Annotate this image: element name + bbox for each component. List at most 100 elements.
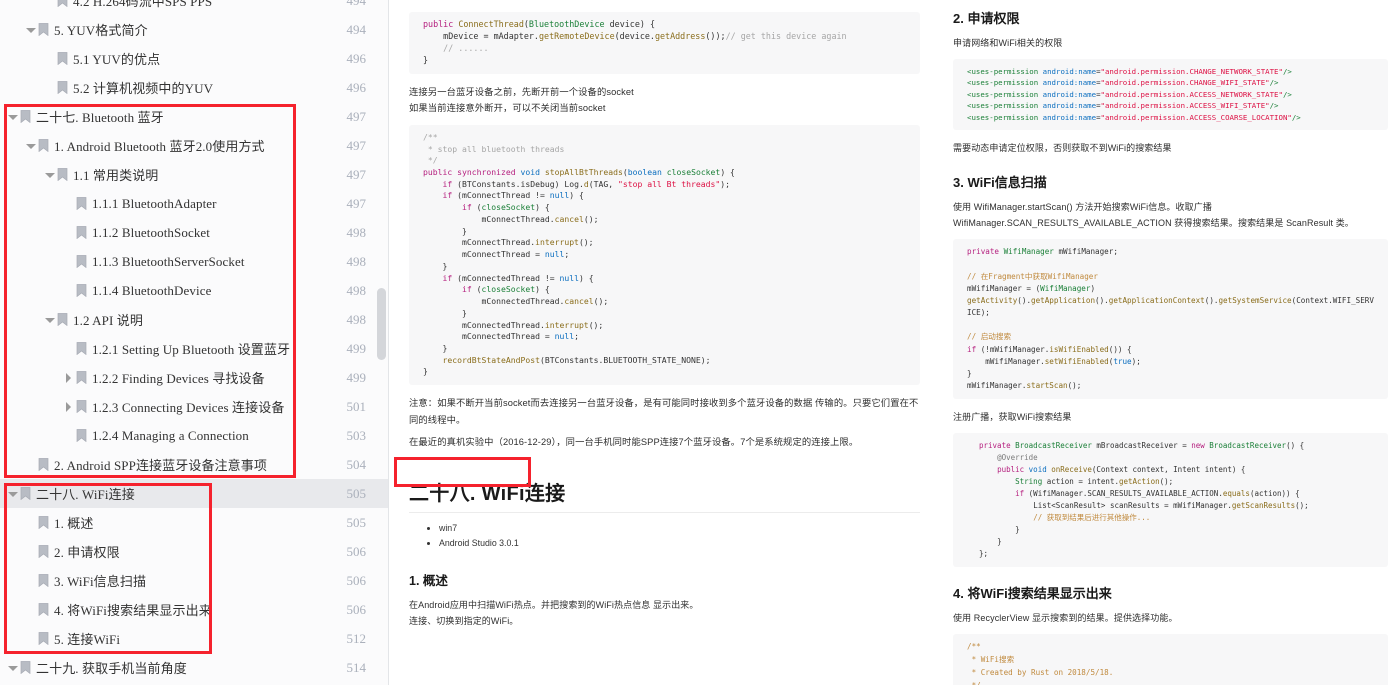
toc-item-label: 1.2 API 说明 — [73, 313, 143, 328]
bookmark-icon — [38, 23, 49, 36]
chevron-down-icon[interactable] — [8, 112, 18, 122]
toc-item[interactable]: 1.1.1 BluetoothAdapter 497 — [0, 189, 388, 218]
bookmark-icon — [76, 342, 87, 355]
code-block-stop-bt-threads: /** * stop all bluetooth threads */ publ… — [409, 124, 920, 386]
code-block-wifi-search-header: /** * WiFi搜索 * Created by Rust on 2018/5… — [953, 634, 1388, 685]
chevron-down-icon[interactable] — [45, 170, 55, 180]
bookmark-icon — [38, 632, 49, 645]
toc-item-page-number: 505 — [346, 514, 367, 530]
toc-item-page-number: 494 — [346, 21, 367, 37]
toc-item-page-number: 506 — [346, 601, 367, 617]
bookmark-icon — [20, 110, 31, 123]
permissions-description: 申请网络和WiFi相关的权限 — [953, 38, 1063, 48]
toc-item[interactable]: 1. 概述 505 — [0, 508, 388, 537]
toc-item[interactable]: 二十八. WiFi连接 505 — [0, 479, 388, 508]
chevron-right-icon[interactable] — [64, 401, 74, 412]
scan-description-line-2: WifiManager.SCAN_RESULTS_AVAILABLE_ACTIO… — [953, 218, 1354, 229]
toc-item[interactable]: 二十九. 获取手机当前角度 514 — [0, 653, 388, 682]
code-block-wifi-scan: private WifiManager mWifiManager; // 在Fr… — [953, 239, 1388, 400]
bookmark-icon — [76, 400, 87, 413]
toc-item-label: 1.2.2 Finding Devices 寻找设备 — [92, 371, 265, 386]
spacer-icon — [26, 605, 36, 615]
toc-item-page-number: 499 — [346, 340, 367, 356]
toc-item[interactable]: 5. YUV格式简介 494 — [0, 15, 388, 44]
toc-item-page-number: 506 — [346, 572, 367, 588]
toc-item-label: 1.1 常用类说明 — [73, 168, 159, 183]
bookmark-icon — [38, 603, 49, 616]
chevron-down-icon[interactable] — [45, 315, 55, 325]
bookmark-icon — [76, 226, 87, 239]
toc-item[interactable]: 二十七. Bluetooth 蓝牙 497 — [0, 102, 388, 131]
toc-item-page-number: 498 — [346, 282, 367, 298]
chevron-down-icon[interactable] — [26, 141, 36, 151]
toc-item-page-number: 494 — [346, 0, 367, 8]
spacer-icon — [64, 199, 74, 209]
sidebar-scrollbar[interactable] — [377, 0, 386, 685]
toc-item-page-number: 505 — [346, 485, 367, 501]
toc-item-page-number: 498 — [346, 311, 367, 327]
toc-item[interactable]: 2. Android SPP连接蓝牙设备注意事项 504 — [0, 450, 388, 479]
toc-item[interactable]: 1.1 常用类说明 497 — [0, 160, 388, 189]
toc-item[interactable]: 4. 将WiFi搜索结果显示出来 506 — [0, 595, 388, 624]
sidebar-scrollbar-thumb[interactable] — [377, 288, 386, 360]
chevron-down-icon[interactable] — [26, 25, 36, 35]
toc-item[interactable]: 1.1.4 BluetoothDevice 498 — [0, 276, 388, 305]
subsection-heading-display: 4. 将WiFi搜索结果显示出来 — [953, 586, 1112, 602]
toc-item-label: 二十七. Bluetooth 蓝牙 — [36, 110, 164, 125]
overview-line-1: 在Android应用中扫描WiFi热点。并把搜索到的WiFi热点信息 显示出来。 — [409, 599, 699, 610]
chevron-down-icon[interactable] — [8, 663, 18, 673]
display-description: 使用 RecyclerView 显示搜索到的结果。提供选择功能。 — [953, 613, 1178, 624]
toc-item-page-number: 501 — [346, 398, 367, 414]
toc-item[interactable]: 5. 连接WiFi 512 — [0, 624, 388, 653]
toc-item-label: 1.1.3 BluetoothServerSocket — [92, 253, 245, 269]
toc-item[interactable]: 5.1 YUV的优点 496 — [0, 44, 388, 73]
note-line-1: 连接另一台蓝牙设备之前，先断开前一个设备的socket — [409, 86, 634, 97]
code-block-permissions: <uses-permission android:name="android.p… — [953, 59, 1388, 131]
bookmark-icon — [57, 52, 68, 65]
toc-item[interactable]: 1.1.3 BluetoothServerSocket 498 — [0, 247, 388, 276]
toc-item[interactable]: 1. Android Bluetooth 蓝牙2.0使用方式 497 — [0, 131, 388, 160]
toc-item-label: 5.1 YUV的优点 — [73, 52, 161, 67]
toc-item[interactable]: 1.2 API 说明 498 — [0, 305, 388, 334]
bookmark-icon — [20, 487, 31, 500]
toc-item[interactable]: 1.1.2 BluetoothSocket 498 — [0, 218, 388, 247]
toc-item[interactable]: 3. WiFi信息扫描 506 — [0, 566, 388, 595]
toc-item[interactable]: 1.2.1 Setting Up Bluetooth 设置蓝牙 499 — [0, 334, 388, 363]
chevron-down-icon[interactable] — [8, 489, 18, 499]
subsection-heading-scan: 3. WiFi信息扫描 — [953, 175, 1047, 191]
toc-item[interactable]: 1.2.4 Managing a Connection 503 — [0, 421, 388, 450]
toc-item-label: 1.1.2 BluetoothSocket — [92, 224, 211, 240]
bookmark-icon — [38, 458, 49, 471]
toc-item[interactable]: 1.2.3 Connecting Devices 连接设备 501 — [0, 392, 388, 421]
toc-item-label: 1.2.4 Managing a Connection — [92, 427, 249, 443]
bookmark-icon — [38, 516, 49, 529]
toc-item-page-number: 497 — [346, 195, 367, 211]
toc-item-label: 5.2 计算机视频中的YUV — [73, 81, 214, 96]
subsection-heading-permissions: 2. 申请权限 — [953, 11, 1020, 26]
toc-item[interactable]: 1.2.2 Finding Devices 寻找设备 499 — [0, 363, 388, 392]
chevron-right-icon[interactable] — [64, 372, 74, 383]
broadcast-description: 注册广播，获取WiFi搜索结果 — [953, 412, 1072, 423]
toc-item-page-number: 497 — [346, 166, 367, 182]
toc-item[interactable]: 5.2 计算机视频中的YUV 496 — [0, 73, 388, 102]
toc-item-page-number: 499 — [346, 369, 367, 385]
toc-item-label: 3. WiFi信息扫描 — [54, 574, 147, 589]
toc-item-page-number: 496 — [346, 50, 367, 66]
toc-item-label: 5. YUV格式简介 — [54, 23, 148, 38]
bookmark-icon — [57, 0, 68, 7]
scan-description: 使用 WifiManager.startScan() 方法开始搜索WiFi信息。… — [953, 199, 1388, 231]
spacer-icon — [26, 518, 36, 528]
toc-item[interactable]: 2. 申请权限 506 — [0, 537, 388, 566]
toc-item-label: 二十八. WiFi连接 — [36, 487, 135, 502]
bookmark-icon — [57, 313, 68, 326]
environment-list: win7 Android Studio 3.0.1 — [409, 521, 920, 552]
toc-item-page-number: 496 — [346, 79, 367, 95]
bookmark-icon — [38, 139, 49, 152]
toc-item-page-number: 498 — [346, 253, 367, 269]
bookmark-icon — [76, 197, 87, 210]
table-of-contents-sidebar[interactable]: 4.2 H.264码流中SPS PPS 494 5. YUV格式简介 494 5.1 Y… — [0, 0, 389, 685]
toc-item-page-number: 514 — [346, 659, 367, 675]
toc-item[interactable]: 4.2 H.264码流中SPS PPS 494 — [0, 0, 388, 15]
bookmark-icon — [38, 545, 49, 558]
toc-item-label: 1.1.4 BluetoothDevice — [92, 282, 212, 298]
